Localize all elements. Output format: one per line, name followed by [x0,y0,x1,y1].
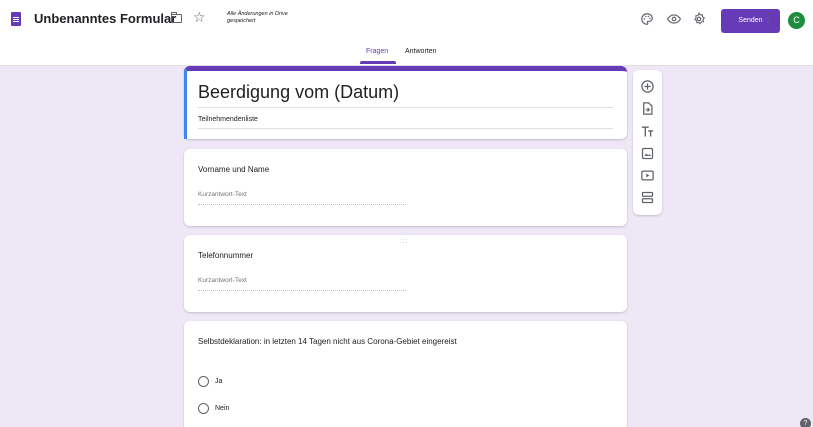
question-title[interactable]: Selbstdeklaration: in letzten 14 Tagen n… [198,337,457,346]
drag-handle-icon[interactable]: ::: [400,239,408,245]
help-icon[interactable]: ? [800,418,811,427]
form-description[interactable]: Teilnehmendenliste [198,116,258,123]
short-answer-field: Kurzantwort-Text [198,277,406,291]
option-row[interactable]: Ja [198,376,398,388]
star-icon[interactable]: ☆ [193,9,206,25]
description-divider [198,128,613,129]
option-row[interactable]: Nein [198,403,398,415]
form-title-card[interactable]: Beerdigung vom (Datum) Teilnehmendenlist… [184,66,627,139]
gear-icon[interactable] [692,12,706,26]
more-vert-icon[interactable] [767,13,770,27]
add-question-icon[interactable] [640,79,655,94]
question-title[interactable]: Vorname und Name [198,165,269,174]
top-bar: Unbenanntes Formular ☆ Alle Änderungen i… [0,0,813,66]
forms-doc-icon[interactable] [11,12,21,26]
question-toolbar [633,70,662,215]
tab-bar: Fragen Antworten [0,46,813,66]
eye-icon[interactable] [667,12,681,26]
short-answer-field: Kurzantwort-Text [198,191,406,205]
avatar[interactable]: C [788,12,805,29]
import-question-icon[interactable] [640,101,655,116]
folder-icon[interactable] [171,12,182,23]
radio-button[interactable] [198,376,209,387]
palette-icon[interactable] [640,12,654,26]
video-icon[interactable] [640,168,655,183]
form-title[interactable]: Beerdigung vom (Datum) [198,82,399,103]
save-status[interactable]: Alle Änderungen in Drive gespeichert [227,11,307,25]
title-text-icon[interactable] [640,124,655,139]
question-card[interactable]: Vorname und Name Kurzantwort-Text [184,149,627,226]
image-icon[interactable] [640,146,655,161]
question-card[interactable]: ::: Telefonnummer Kurzantwort-Text [184,235,627,312]
option-label[interactable]: Nein [215,405,229,412]
send-button[interactable]: Senden [721,9,780,33]
radio-button[interactable] [198,403,209,414]
title-divider [198,107,613,108]
option-label[interactable]: Ja [215,378,222,385]
active-tab-indicator [360,61,396,64]
question-card[interactable]: Selbstdeklaration: in letzten 14 Tagen n… [184,321,627,427]
active-card-indicator [184,69,187,139]
tab-fragen[interactable]: Fragen [366,46,388,58]
question-title[interactable]: Telefonnummer [198,251,253,260]
section-icon[interactable] [640,190,655,205]
form-file-title[interactable]: Unbenanntes Formular [34,11,176,26]
tab-antworten[interactable]: Antworten [405,46,437,58]
